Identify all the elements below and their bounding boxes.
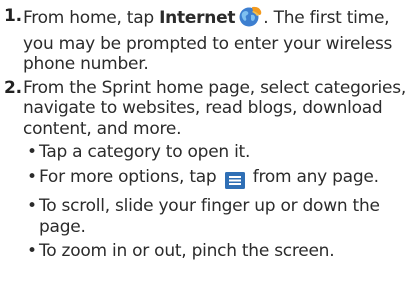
- bullet-list: • Tap a category to open it. • For more …: [23, 142, 408, 262]
- step-1: 1. From home, tap Internet . The first t…: [4, 6, 408, 75]
- bullet-text: To zoom in or out, pinch the screen.: [39, 241, 335, 261]
- step-number: 1.: [4, 6, 22, 26]
- bullet-text-post: from any page.: [247, 166, 379, 187]
- bullet-item: • Tap a category to open it.: [27, 142, 408, 163]
- instructions-document: 1. From home, tap Internet . The first t…: [0, 0, 412, 287]
- bullet-dot: •: [27, 142, 37, 162]
- bullet-dot: •: [27, 241, 37, 261]
- menu-icon: [222, 171, 248, 193]
- step-number: 2.: [4, 77, 22, 98]
- bullet-item: • To zoom in or out, pinch the screen.: [27, 241, 408, 262]
- internet-label: Internet: [159, 8, 236, 28]
- step-text-pre: From home, tap: [23, 8, 160, 28]
- bullet-text: Tap a category to open it.: [39, 142, 251, 162]
- bullet-dot: •: [27, 166, 37, 187]
- bullet-item: • To scroll, slide your finger up or dow…: [27, 196, 408, 237]
- bullet-dot: •: [27, 196, 37, 216]
- bullet-item: • For more options, tap from any page.: [27, 167, 408, 193]
- bullet-text-pre: For more options, tap: [39, 166, 222, 187]
- step-text: From the Sprint home page, select catego…: [23, 77, 407, 139]
- bullet-text: To scroll, slide your finger up or down …: [39, 196, 380, 237]
- globe-icon: [235, 6, 263, 34]
- step-2: 2. From the Sprint home page, select cat…: [4, 78, 408, 262]
